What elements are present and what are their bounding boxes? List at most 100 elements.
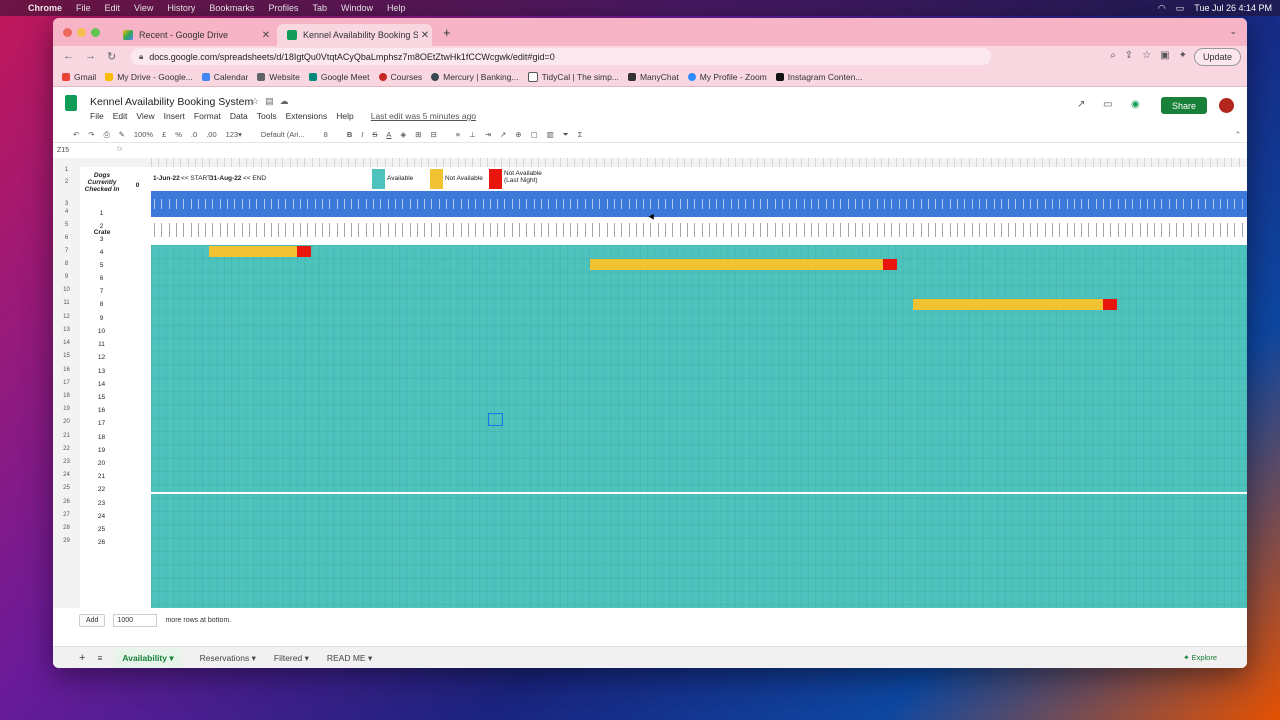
- url-text[interactable]: docs.google.com/spreadsheets/d/18IgtQu0V…: [149, 52, 554, 62]
- account-avatar[interactable]: [1219, 98, 1234, 113]
- row-number[interactable]: 23: [53, 459, 80, 465]
- move-icon[interactable]: ▤: [265, 96, 280, 106]
- menu-data[interactable]: Data: [230, 111, 248, 121]
- row-number[interactable]: 27: [53, 512, 80, 518]
- sheet-tab-reservations[interactable]: Reservations ▾: [200, 653, 256, 664]
- menu-file[interactable]: File: [90, 111, 104, 121]
- tab-search-chevron-icon[interactable]: ⌄: [1229, 26, 1237, 37]
- row-number[interactable]: 15: [53, 353, 80, 359]
- reservation-last-night[interactable]: [297, 246, 311, 257]
- align-icon[interactable]: ≡: [456, 130, 460, 139]
- selected-cell[interactable]: [488, 413, 503, 426]
- bookmark-google-meet[interactable]: Google Meet: [308, 72, 370, 82]
- font-select[interactable]: Default (Ari...: [261, 130, 305, 139]
- battery-icon[interactable]: ▭: [1176, 3, 1185, 14]
- redo-icon[interactable]: ↷: [88, 130, 94, 139]
- sheet-tab-read-me[interactable]: READ ME ▾: [327, 653, 372, 664]
- text-color-icon[interactable]: A: [386, 130, 391, 139]
- rotate-icon[interactable]: ↗: [500, 130, 506, 139]
- row-number[interactable]: 14: [53, 340, 80, 346]
- back-icon[interactable]: ←: [63, 50, 74, 62]
- row-number[interactable]: 11: [53, 300, 80, 306]
- row-number[interactable]: 6: [53, 235, 80, 241]
- fill-color-icon[interactable]: ◈: [400, 130, 406, 139]
- share-page-icon[interactable]: ⇪: [1125, 50, 1133, 61]
- star-icon[interactable]: ☆: [251, 96, 265, 106]
- row-number[interactable]: 16: [53, 367, 80, 373]
- reservation-bar[interactable]: [913, 299, 1103, 310]
- row-number[interactable]: 9: [53, 274, 80, 280]
- tab-google-drive[interactable]: Recent - Google Drive ✕: [113, 24, 273, 46]
- reload-icon[interactable]: ↻: [107, 50, 116, 63]
- font-size-select[interactable]: 8: [324, 130, 328, 139]
- sheet-tab-filtered[interactable]: Filtered ▾: [274, 653, 309, 664]
- all-sheets-icon[interactable]: ≡: [97, 653, 102, 663]
- menubar-profiles[interactable]: Profiles: [268, 3, 298, 13]
- zoom-select[interactable]: 100%: [134, 130, 153, 139]
- name-box[interactable]: Z15: [57, 147, 69, 154]
- more-formats-icon[interactable]: 123▾: [226, 130, 242, 139]
- row-number[interactable]: 19: [53, 406, 80, 412]
- availability-area[interactable]: [151, 245, 1247, 608]
- reservation-last-night[interactable]: [1103, 299, 1117, 310]
- bookmark-my-drive[interactable]: My Drive - Google...: [105, 72, 193, 82]
- end-date-cell[interactable]: 31-Aug-22: [210, 175, 241, 182]
- menubar-history[interactable]: History: [167, 3, 195, 13]
- menubar-file[interactable]: File: [76, 3, 91, 13]
- row-number[interactable]: 1: [53, 167, 80, 173]
- add-rows-button[interactable]: Add: [79, 614, 106, 627]
- paint-format-icon[interactable]: ✎: [119, 130, 125, 139]
- row-number[interactable]: 24: [53, 472, 80, 478]
- menu-format[interactable]: Format: [194, 111, 221, 121]
- frozen-rows-divider[interactable]: [151, 492, 1247, 494]
- chart-icon[interactable]: ▥: [547, 130, 554, 139]
- bookmark-manychat[interactable]: ManyChat: [627, 72, 679, 82]
- explore-button[interactable]: ✦ Explore: [1183, 653, 1217, 662]
- add-sheet-icon[interactable]: +: [79, 652, 85, 664]
- comments-icon[interactable]: ▭: [1103, 99, 1112, 110]
- row-number[interactable]: 17: [53, 380, 80, 386]
- menu-view[interactable]: View: [136, 111, 154, 121]
- bookmark-website[interactable]: Website: [257, 72, 300, 82]
- address-bar[interactable]: 🔒︎ docs.google.com/spreadsheets/d/18IgtQ…: [131, 48, 991, 65]
- share-button[interactable]: Share: [1161, 97, 1207, 114]
- extension-icon[interactable]: ▣: [1160, 50, 1169, 61]
- bookmark-calendar[interactable]: Calendar: [201, 72, 248, 82]
- menu-tools[interactable]: Tools: [257, 111, 277, 121]
- menu-insert[interactable]: Insert: [164, 111, 185, 121]
- clock-text[interactable]: Tue Jul 26 4:14 PM: [1194, 3, 1272, 13]
- row-number[interactable]: 12: [53, 314, 80, 320]
- menu-extensions[interactable]: Extensions: [286, 111, 328, 121]
- valign-icon[interactable]: ⊥: [469, 130, 476, 139]
- row-number[interactable]: 21: [53, 433, 80, 439]
- menubar-bookmarks[interactable]: Bookmarks: [209, 3, 254, 13]
- row-number[interactable]: 2: [53, 179, 80, 185]
- row-number[interactable]: 28: [53, 525, 80, 531]
- rows-count-input[interactable]: 1000: [113, 614, 158, 627]
- dogs-count-value[interactable]: 0: [124, 182, 151, 189]
- close-tab-icon[interactable]: ✕: [259, 30, 273, 41]
- undo-icon[interactable]: ↶: [73, 130, 79, 139]
- row-number[interactable]: 7: [53, 248, 80, 254]
- bookmark-instagram-content[interactable]: Instagram Conten...: [775, 72, 862, 82]
- italic-icon[interactable]: I: [361, 130, 363, 139]
- reservation-last-night[interactable]: [883, 259, 897, 270]
- row-number[interactable]: 25: [53, 485, 80, 491]
- reservation-bar[interactable]: [590, 259, 883, 270]
- row-number[interactable]: 4: [53, 209, 80, 215]
- menubar-edit[interactable]: Edit: [105, 3, 121, 13]
- minimize-window-icon[interactable]: [77, 28, 86, 37]
- menubar-app[interactable]: Chrome: [28, 3, 62, 13]
- link-icon[interactable]: ⊕: [515, 130, 521, 139]
- currency-icon[interactable]: £: [162, 130, 166, 139]
- reservation-bar[interactable]: [209, 246, 297, 257]
- filter-icon[interactable]: ⏷: [563, 130, 569, 140]
- document-title[interactable]: Kennel Availability Booking System: [90, 96, 253, 108]
- row-number[interactable]: 18: [53, 393, 80, 399]
- row-number[interactable]: 3: [53, 201, 80, 207]
- spreadsheet-grid[interactable]: 1 2 3 4 5 6 7 8 9 10 11 12 13 14 15 16 17 18 19 20 21 22 23 24 2…: [53, 158, 1247, 608]
- activity-trend-icon[interactable]: ↗: [1077, 99, 1085, 110]
- merge-cells-icon[interactable]: ⊟: [430, 130, 436, 139]
- row-number[interactable]: 10: [53, 287, 80, 293]
- menubar-help[interactable]: Help: [387, 3, 406, 13]
